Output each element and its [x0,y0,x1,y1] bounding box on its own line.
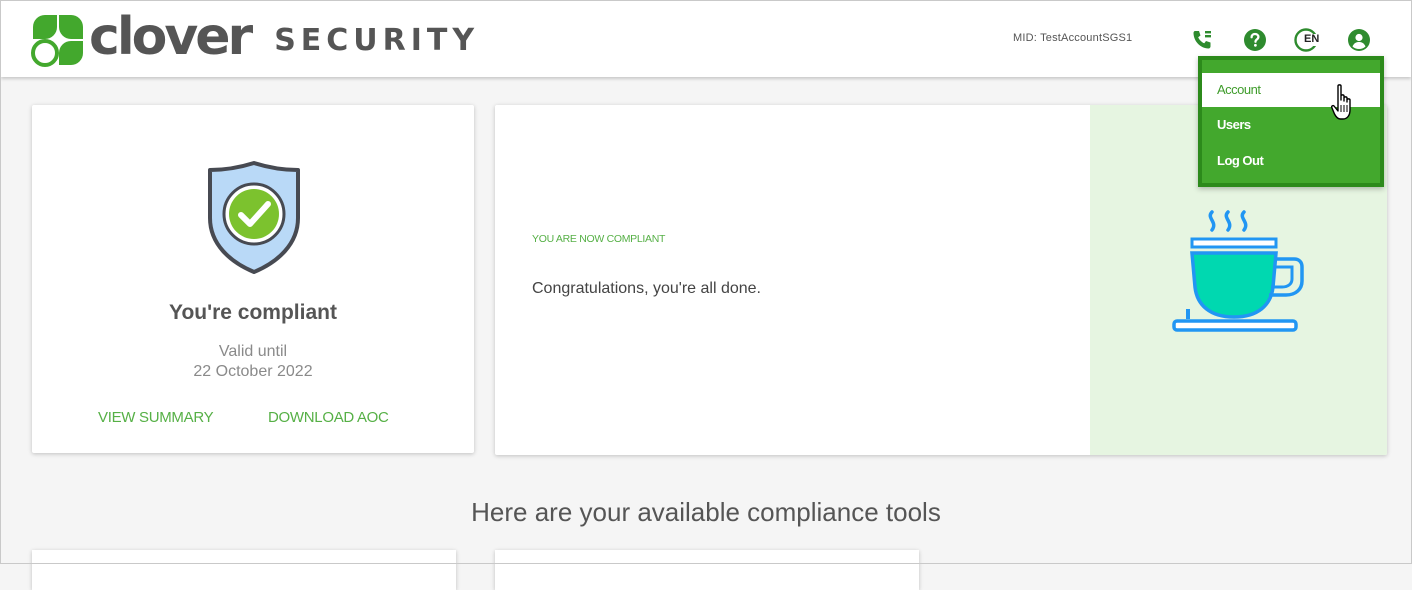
help-icon[interactable] [1242,27,1268,53]
merchant-id-label: MID: TestAccountSGS1 [1013,32,1133,44]
compliance-status-card: You're compliant Valid until 22 October … [32,105,474,453]
shield-check-icon [208,161,300,274]
logo-wordmark: clover [89,7,253,67]
valid-until-date: 22 October 2022 [193,363,313,380]
compliance-title: You're compliant [169,301,337,324]
download-aoc-link[interactable]: DOWNLOAD AOC [268,409,389,426]
congratulations-message: Congratulations, you're all done. [532,280,761,297]
language-code: EN [1304,33,1320,45]
language-icon[interactable]: EN [1294,27,1328,53]
menu-item-log-out[interactable]: Log Out [1202,144,1380,178]
tool-card[interactable] [32,550,456,590]
hand-pointer-cursor-icon [1330,84,1351,120]
logo-subtitle: SECURITY [274,23,480,58]
phone-icon[interactable] [1189,27,1215,53]
clover-leaf-icon [31,15,83,67]
tool-card[interactable] [495,550,919,590]
clover-security-logo[interactable]: clover SECURITY [31,7,480,67]
valid-until-label: Valid until [218,343,288,360]
account-icon[interactable] [1346,27,1372,53]
view-summary-link[interactable]: VIEW SUMMARY [98,409,214,426]
coffee-cup-icon [1172,210,1304,332]
compliance-tools-heading: Here are your available compliance tools [471,497,941,527]
compliance-status-label: YOU ARE NOW COMPLIANT [532,233,666,245]
